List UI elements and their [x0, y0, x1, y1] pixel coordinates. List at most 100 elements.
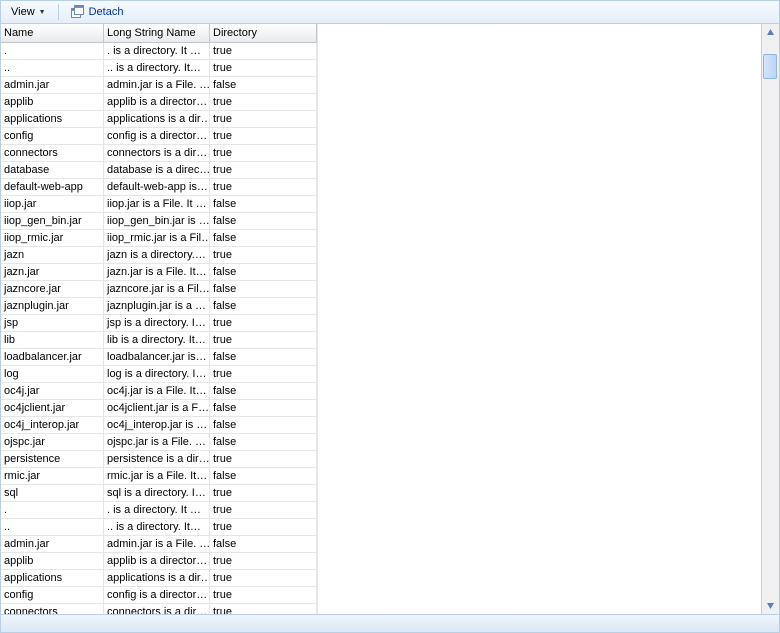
cell-directory: false: [210, 434, 317, 451]
cell-long: oc4j_interop.jar is …: [104, 417, 210, 434]
cell-name: admin.jar: [1, 536, 104, 553]
cell-directory: true: [210, 111, 317, 128]
table-row[interactable]: .... is a directory. It…true: [1, 60, 317, 77]
cell-long: iiop.jar is a File. It …: [104, 196, 210, 213]
table-row[interactable]: applicationsapplications is a dir…true: [1, 570, 317, 587]
table-row[interactable]: liblib is a directory. It…true: [1, 332, 317, 349]
cell-long: connectors is a dir…: [104, 604, 210, 614]
cell-directory: true: [210, 60, 317, 77]
table-row[interactable]: databasedatabase is a direc…true: [1, 162, 317, 179]
cell-name: persistence: [1, 451, 104, 468]
cell-name: applications: [1, 111, 104, 128]
column-header-long[interactable]: Long String Name: [104, 24, 210, 43]
cell-directory: false: [210, 468, 317, 485]
cell-directory: true: [210, 43, 317, 60]
cell-long: oc4jclient.jar is a F…: [104, 400, 210, 417]
cell-directory: true: [210, 315, 317, 332]
table-row[interactable]: .. is a directory. It …true: [1, 43, 317, 60]
table-row[interactable]: connectorsconnectors is a dir…true: [1, 145, 317, 162]
table-row[interactable]: admin.jaradmin.jar is a File. …false: [1, 536, 317, 553]
cell-directory: true: [210, 128, 317, 145]
cell-name: config: [1, 587, 104, 604]
table-row[interactable]: applibapplib is a director…true: [1, 553, 317, 570]
vertical-scrollbar[interactable]: [761, 24, 779, 614]
cell-long: rmic.jar is a File. It…: [104, 468, 210, 485]
cell-directory: false: [210, 349, 317, 366]
detach-button[interactable]: Detach: [65, 2, 130, 22]
table-row[interactable]: rmic.jarrmic.jar is a File. It…false: [1, 468, 317, 485]
table-row[interactable]: persistencepersistence is a dir…true: [1, 451, 317, 468]
table-row[interactable]: oc4j.jaroc4j.jar is a File. It…false: [1, 383, 317, 400]
table-row[interactable]: iiop.jariiop.jar is a File. It …false: [1, 196, 317, 213]
table-row[interactable]: jaznjazn is a directory.…true: [1, 247, 317, 264]
cell-name: oc4j_interop.jar: [1, 417, 104, 434]
cell-directory: true: [210, 519, 317, 536]
column-header-name[interactable]: Name: [1, 24, 104, 43]
cell-name: applib: [1, 94, 104, 111]
cell-directory: true: [210, 332, 317, 349]
view-menu-button[interactable]: View ▼: [5, 2, 52, 22]
cell-name: oc4j.jar: [1, 383, 104, 400]
table-row[interactable]: default-web-appdefault-web-app is…true: [1, 179, 317, 196]
cell-long: .. is a directory. It…: [104, 60, 210, 77]
cell-long: jazncore.jar is a Fil…: [104, 281, 210, 298]
cell-long: jazn is a directory.…: [104, 247, 210, 264]
table-row[interactable]: iiop_rmic.jariiop_rmic.jar is a Fil…fals…: [1, 230, 317, 247]
scroll-track[interactable]: [763, 41, 778, 597]
cell-long: applib is a director…: [104, 94, 210, 111]
table-row[interactable]: jspjsp is a directory. I…true: [1, 315, 317, 332]
cell-directory: true: [210, 570, 317, 587]
table-row[interactable]: jazncore.jarjazncore.jar is a Fil…false: [1, 281, 317, 298]
table-row[interactable]: oc4j_interop.jaroc4j_interop.jar is …fal…: [1, 417, 317, 434]
cell-name: iiop_gen_bin.jar: [1, 213, 104, 230]
scroll-thumb[interactable]: [763, 54, 777, 79]
cell-name: connectors: [1, 604, 104, 614]
cell-long: log is a directory. I…: [104, 366, 210, 383]
cell-name: sql: [1, 485, 104, 502]
cell-long: . is a directory. It …: [104, 502, 210, 519]
table-row[interactable]: applicationsapplications is a dir…true: [1, 111, 317, 128]
cell-long: lib is a directory. It…: [104, 332, 210, 349]
cell-long: . is a directory. It …: [104, 43, 210, 60]
table-row[interactable]: configconfig is a director…true: [1, 128, 317, 145]
table-row[interactable]: admin.jaradmin.jar is a File. …false: [1, 77, 317, 94]
cell-name: jazncore.jar: [1, 281, 104, 298]
cell-name: ..: [1, 519, 104, 536]
body-area: Name Long String Name Directory .. is a …: [1, 24, 779, 614]
table-row[interactable]: oc4jclient.jaroc4jclient.jar is a F…fals…: [1, 400, 317, 417]
detach-icon: [71, 5, 85, 19]
cell-name: rmic.jar: [1, 468, 104, 485]
cell-directory: true: [210, 485, 317, 502]
table-row[interactable]: sqlsql is a directory. I…true: [1, 485, 317, 502]
cell-directory: true: [210, 162, 317, 179]
table-row[interactable]: loglog is a directory. I…true: [1, 366, 317, 383]
cell-directory: true: [210, 587, 317, 604]
cell-directory: false: [210, 281, 317, 298]
column-header-directory[interactable]: Directory: [210, 24, 317, 43]
table-row[interactable]: ojspc.jarojspc.jar is a File. …false: [1, 434, 317, 451]
table-row[interactable]: jazn.jarjazn.jar is a File. It…false: [1, 264, 317, 281]
view-label: View: [11, 6, 35, 18]
dropdown-arrow-icon: ▼: [39, 9, 46, 16]
cell-directory: false: [210, 264, 317, 281]
table-row[interactable]: configconfig is a director…true: [1, 587, 317, 604]
cell-name: jaznplugin.jar: [1, 298, 104, 315]
scroll-up-button[interactable]: [763, 24, 778, 41]
table-row[interactable]: .... is a directory. It…true: [1, 519, 317, 536]
cell-long: applications is a dir…: [104, 111, 210, 128]
detach-label: Detach: [89, 6, 124, 18]
table-row[interactable]: connectorsconnectors is a dir…true: [1, 604, 317, 614]
cell-name: iiop.jar: [1, 196, 104, 213]
cell-name: jazn: [1, 247, 104, 264]
cell-name: oc4jclient.jar: [1, 400, 104, 417]
cell-long: sql is a directory. I…: [104, 485, 210, 502]
table-row[interactable]: iiop_gen_bin.jariiop_gen_bin.jar is …fal…: [1, 213, 317, 230]
table-row[interactable]: applibapplib is a director…true: [1, 94, 317, 111]
cell-directory: true: [210, 179, 317, 196]
cell-directory: false: [210, 536, 317, 553]
table-row[interactable]: .. is a directory. It …true: [1, 502, 317, 519]
table-row[interactable]: loadbalancer.jarloadbalancer.jar is…fals…: [1, 349, 317, 366]
table-row[interactable]: jaznplugin.jarjaznplugin.jar is a …false: [1, 298, 317, 315]
cell-long: jaznplugin.jar is a …: [104, 298, 210, 315]
scroll-down-button[interactable]: [763, 597, 778, 614]
